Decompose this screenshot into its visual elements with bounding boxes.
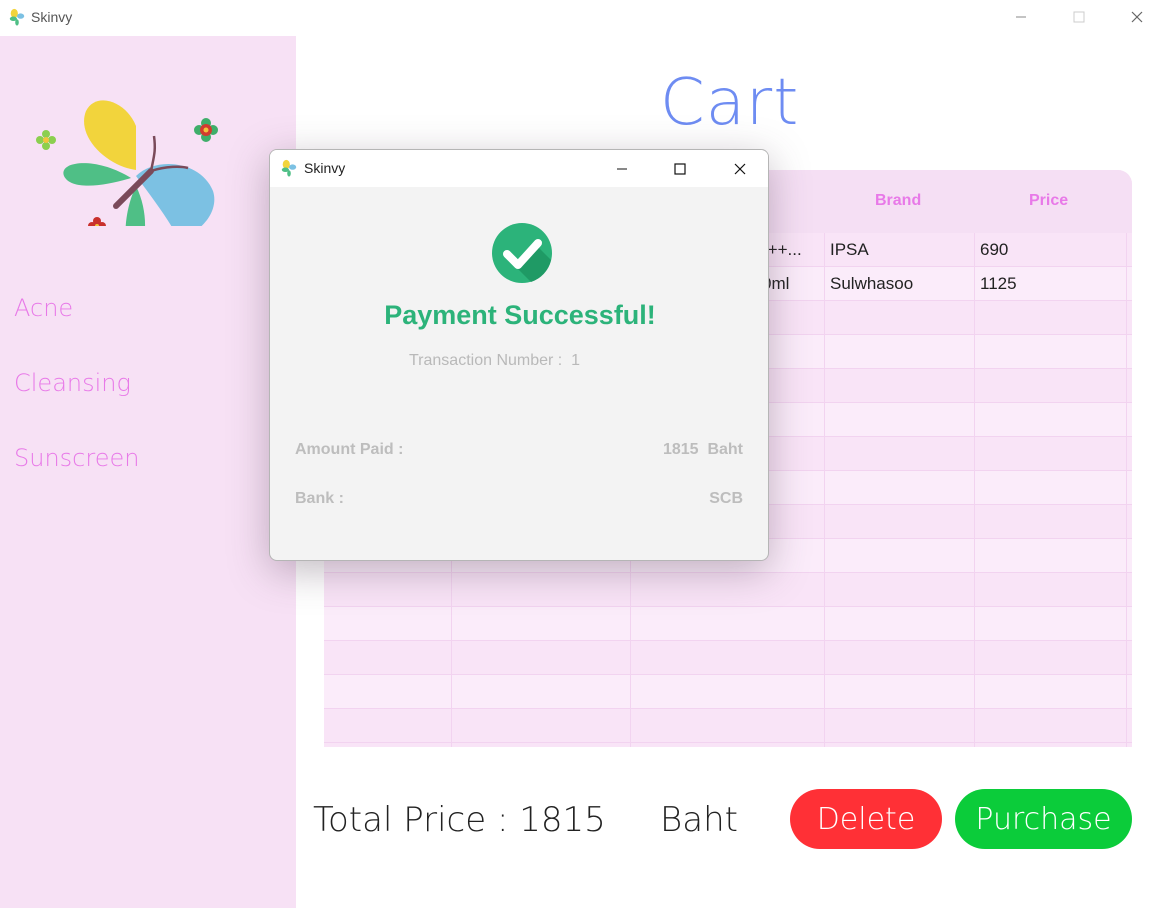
bank-value: SCB [709, 490, 743, 507]
total-price-label: Total Price : 1815 [313, 800, 606, 840]
dialog-close-button[interactable] [711, 152, 768, 186]
dialog-title: Skinvy [304, 160, 346, 176]
sidebar-item-cleansing[interactable]: Cleansing [14, 369, 131, 397]
amount-paid-label: Amount Paid : [295, 441, 404, 458]
amount-paid-value: 1815 Baht [662, 441, 743, 458]
dialog-maximize-button[interactable] [651, 152, 709, 186]
window-title: Skinvy [31, 9, 73, 25]
sidebar-item-acne[interactable]: Acne [14, 294, 73, 322]
column-divider [1126, 233, 1127, 747]
sidebar: Acne Cleansing Sunscreen [0, 36, 296, 908]
dialog-minimize-button[interactable] [593, 152, 651, 186]
success-check-icon [492, 223, 552, 283]
empty-row [324, 709, 1132, 743]
column-header-price[interactable]: Price [1029, 192, 1068, 210]
column-divider [824, 233, 825, 747]
sidebar-item-sunscreen[interactable]: Sunscreen [14, 444, 139, 472]
purchase-button[interactable]: Purchase [955, 789, 1132, 849]
maximize-icon [674, 163, 686, 175]
butterfly-logo [36, 100, 218, 226]
empty-row [324, 573, 1132, 607]
brand-cell: Sulwhasoo [830, 274, 914, 293]
delete-button[interactable]: Delete [790, 789, 942, 849]
column-divider [974, 233, 975, 747]
bank-label: Bank : [295, 490, 344, 507]
price-cell: 690 [980, 240, 1009, 259]
price-cell: 1125 [980, 274, 1017, 293]
butterfly-app-icon [9, 8, 25, 26]
minimize-button[interactable] [992, 0, 1050, 34]
butterfly-app-icon [281, 159, 297, 177]
brand-cell: IPSA [830, 240, 869, 259]
payment-success-heading: Payment Successful! [384, 300, 656, 330]
maximize-icon [1073, 11, 1085, 23]
close-icon [1131, 11, 1143, 23]
payment-success-dialog: Skinvy Payment Successful! Transaction N… [269, 149, 769, 561]
transaction-number: Transaction Number : 1 [409, 352, 581, 369]
minimize-icon [617, 168, 627, 170]
close-button[interactable] [1108, 0, 1166, 34]
empty-row [324, 641, 1132, 675]
column-header-brand[interactable]: Brand [875, 192, 921, 210]
dialog-titlebar: Skinvy [270, 150, 768, 187]
window-titlebar: Skinvy [0, 0, 1166, 36]
minimize-icon [1016, 16, 1026, 18]
maximize-button[interactable] [1050, 0, 1108, 34]
empty-row [324, 675, 1132, 709]
close-icon [734, 163, 746, 175]
empty-row [324, 607, 1132, 641]
currency-label: Baht [660, 800, 738, 840]
page-title: Cart [660, 66, 800, 140]
